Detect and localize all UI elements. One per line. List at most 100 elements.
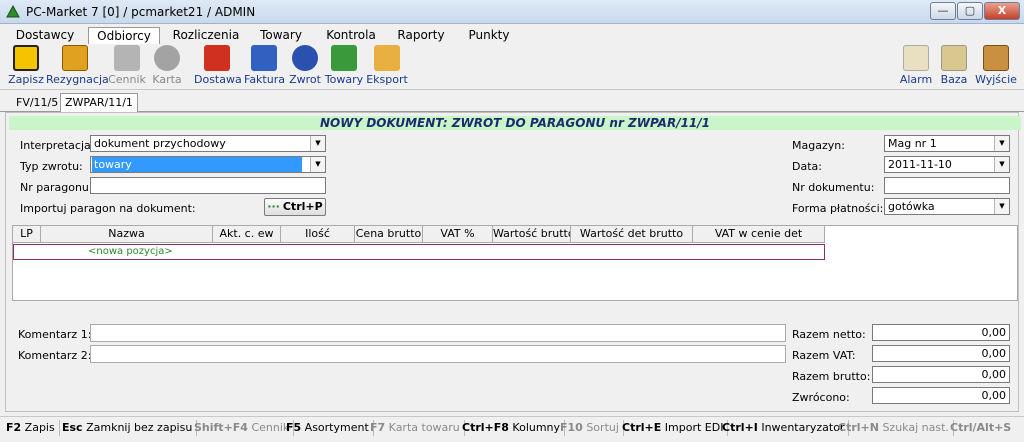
alarm-tool-label: Alarm [899,73,933,86]
status-bar: F2 Zapis Esc Zamknij bez zapisu Shift+F4… [0,416,1024,438]
card-tool-label: Karta [152,73,182,86]
alarm-tool-button[interactable]: Alarm [898,44,934,90]
razem-netto-value: 0,00 [872,324,1010,341]
shortcut-key: F10 [560,421,583,434]
chevron-down-icon[interactable]: ▼ [994,136,1009,151]
column-header-vat[interactable]: VAT % [423,226,493,243]
column-header-lp[interactable]: LP [13,226,41,243]
shortcut-f2[interactable]: F2 Zapis [6,420,60,436]
interpretacja-label: Interpretacja: [20,139,95,152]
ellipsis-icon: ··· [267,200,280,213]
new-item-row[interactable]: <nowa pozycja> [13,244,825,260]
shortcut-key: F2 [6,421,22,434]
magazyn-label: Magazyn: [792,139,845,152]
shortcut-ctrl-i[interactable]: Ctrl+I Inwentaryzator [722,420,850,436]
menu-punkty[interactable]: Punkty [462,27,516,44]
tab-zwpar-11-1[interactable]: ZWPAR/11/1 [60,93,138,113]
card-icon [154,45,180,71]
chevron-down-icon[interactable]: ▼ [310,136,325,151]
import-receipt-button[interactable]: ··· Ctrl+P [264,198,326,216]
shortcut-f10[interactable]: F10 Sortuj [560,420,624,436]
forma-platnosci-select[interactable]: gotówka ▼ [884,198,1010,215]
column-header-vat-w-cenie-det[interactable]: VAT w cenie det [693,226,825,243]
column-header-cena-brutto[interactable]: Cena brutto [355,226,423,243]
column-header-akt-c-ew[interactable]: Akt. c. ew [213,226,281,243]
shortcut-shift-f4[interactable]: Shift+F4 Cennik [194,420,295,436]
importuj-label: Importuj paragon na dokument: [20,202,196,215]
save-icon [13,45,39,71]
chevron-down-icon[interactable]: ▼ [994,157,1009,172]
exit-tool-button[interactable]: Wyjście [974,44,1018,90]
menu-odbiorcy[interactable]: Odbiorcy [88,27,160,44]
close-button[interactable]: X [984,2,1020,20]
import-receipt-button-label: Ctrl+P [282,200,323,213]
maximize-button[interactable]: ▢ [957,2,983,20]
invoice-tool-button[interactable]: Faktura [244,44,285,90]
price-list-icon [114,45,140,71]
shortcut-ctrl-alt-s[interactable]: Ctrl/Alt+S [950,420,1024,436]
cancel-tool-button[interactable]: Rezygnacja [46,44,109,90]
menu-towary[interactable]: Towary [252,27,310,44]
magazyn-select[interactable]: Mag nr 1 ▼ [884,135,1010,152]
nr-dokumentu-input[interactable] [884,177,1010,194]
zwrocono-label: Zwrócono: [792,391,850,404]
new-item-placeholder: <nowa pozycja> [88,246,173,257]
shortcut-f7[interactable]: F7 Karta towaru [370,420,465,436]
goods-tool-button[interactable]: Towary [324,44,364,90]
column-header-ilosc[interactable]: Ilość [281,226,355,243]
delivery-tool-label: Dostawa [194,73,242,86]
minimize-button[interactable]: — [930,2,956,20]
column-header-wartosc-brutto[interactable]: Wartość brutto [493,226,571,243]
razem-vat-value: 0,00 [872,345,1010,362]
toolbar: Zapisz Rezygnacja Cennik Karta Dostawa F… [0,44,1024,90]
date-picker[interactable]: 2011-11-10 ▼ [884,156,1010,173]
delivery-tool-button[interactable]: Dostawa [194,44,242,90]
save-tool-button[interactable]: Zapisz [8,44,44,90]
razem-brutto-value: 0,00 [872,366,1010,383]
shortcut-label: Import EDI [664,421,724,434]
shortcut-label: Cennik [251,421,290,434]
alarm-icon [903,45,929,71]
shortcut-label: Szukaj nast. [882,421,949,434]
shortcut-key: Ctrl+E [622,421,662,434]
database-tool-button[interactable]: Baza [938,44,970,90]
shortcut-ctrl-f8[interactable]: Ctrl+F8 Kolumny [462,420,566,436]
chevron-down-icon[interactable]: ▼ [310,157,325,172]
export-tool-button[interactable]: Eksport [366,44,408,90]
items-grid[interactable]: LP Nazwa Akt. c. ew Ilość Cena brutto VA… [12,225,1018,301]
exit-door-icon [983,45,1009,71]
menu-kontrola[interactable]: Kontrola [320,27,382,44]
data-label: Data: [792,160,822,173]
shortcut-label: Zamknij bez zapisu [86,421,193,434]
menu-raporty[interactable]: Raporty [390,27,452,44]
shortcut-key: F7 [370,421,386,434]
nr-paragonu-input[interactable] [90,177,326,194]
komentarz2-input[interactable] [90,345,786,363]
shortcut-ctrl-n[interactable]: Ctrl+N Szukaj nast. [838,420,954,436]
column-header-wartosc-det-brutto[interactable]: Wartość det brutto [571,226,693,243]
card-tool-button[interactable]: Karta [150,44,184,90]
chevron-down-icon[interactable]: ▼ [994,199,1009,214]
column-header-nazwa[interactable]: Nazwa [41,226,213,243]
grid-header: LP Nazwa Akt. c. ew Ilość Cena brutto VA… [13,226,825,243]
cancel-tool-label: Rezygnacja [46,73,109,86]
menu-dostawcy[interactable]: Dostawcy [6,27,84,44]
typ-zwrotu-value: towary [92,157,302,172]
interpretacja-select[interactable]: dokument przychodowy ▼ [90,135,326,152]
typ-zwrotu-select[interactable]: towary ▼ [90,156,326,173]
save-tool-label: Zapisz [8,73,44,86]
shortcut-label: Zapis [24,421,55,434]
undo-icon [62,45,88,71]
menu-rozliczenia[interactable]: Rozliczenia [168,27,244,44]
database-tool-label: Baza [940,73,968,86]
magazyn-value: Mag nr 1 [888,137,937,150]
razem-netto-label: Razem netto: [792,328,866,341]
return-tool-button[interactable]: Zwrot [288,44,322,90]
komentarz1-input[interactable] [90,324,786,342]
shortcut-f5[interactable]: F5 Asortyment [286,420,374,436]
document-header: NOWY DOKUMENT: ZWROT DO PARAGONU nr ZWPA… [9,116,1021,130]
tab-fv-11-5[interactable]: FV/11/5 [12,94,62,112]
price-list-tool-button[interactable]: Cennik [108,44,146,90]
shortcut-ctrl-e[interactable]: Ctrl+E Import EDI [622,420,729,436]
shortcut-esc[interactable]: Esc Zamknij bez zapisu [62,420,198,436]
